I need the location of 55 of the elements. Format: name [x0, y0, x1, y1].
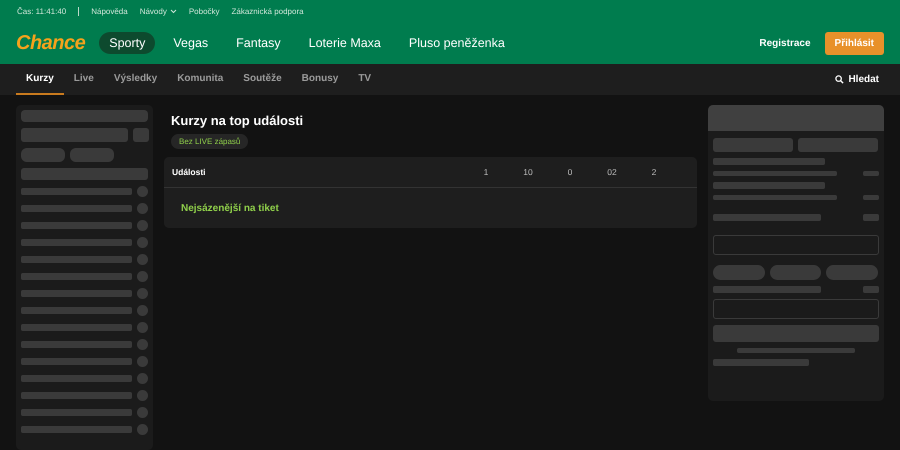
- placeholder-bar: [863, 214, 879, 221]
- column-header: 1: [482, 167, 490, 177]
- nav-tab[interactable]: Pluso peněženka: [398, 32, 515, 54]
- top-link[interactable]: Pobočky: [188, 6, 220, 16]
- column-header: 2: [650, 167, 658, 177]
- placeholder-bar: [863, 171, 879, 176]
- placeholder-bar: [770, 265, 821, 280]
- column-header: 0: [566, 167, 574, 177]
- placeholder-bar: [137, 254, 148, 265]
- placeholder-bar: [137, 203, 148, 214]
- sub-tab[interactable]: Výsledky: [104, 64, 168, 95]
- placeholder-bar: [137, 271, 148, 282]
- placeholder-bar: [137, 407, 148, 418]
- chevron-down-icon: [170, 8, 177, 14]
- placeholder-bar: [137, 373, 148, 384]
- register-link[interactable]: Registrace: [759, 38, 811, 48]
- clock-text: Čas: 11:41:40: [17, 6, 66, 16]
- column-header: Události: [172, 167, 207, 177]
- column-header: 02: [606, 167, 618, 177]
- filter-chip[interactable]: Bez LIVE zápasů: [171, 134, 248, 149]
- sub-tab[interactable]: Komunita: [167, 64, 234, 95]
- placeholder-bar: [137, 288, 148, 299]
- placeholder-bar: [713, 265, 765, 280]
- placeholder-bar: [137, 339, 148, 350]
- column-header: 10: [522, 167, 534, 177]
- top-link[interactable]: Nápověda: [91, 6, 128, 16]
- top-link[interactable]: Návody: [140, 6, 177, 16]
- placeholder-bar: [70, 148, 114, 162]
- placeholder-bar: [863, 286, 879, 293]
- placeholder-bar: [137, 237, 148, 248]
- search-icon: [835, 75, 844, 84]
- sub-tab[interactable]: Live: [64, 64, 104, 95]
- placeholder-bar: [137, 424, 148, 435]
- top-link[interactable]: Zákaznická podpora: [232, 6, 304, 16]
- placeholder-bar: [863, 195, 879, 200]
- sub-tab[interactable]: TV: [348, 64, 382, 95]
- nav-tab[interactable]: Loterie Maxa: [298, 32, 391, 54]
- search-link[interactable]: Hledat: [835, 64, 884, 95]
- placeholder-bar: [21, 148, 65, 162]
- nav-tab[interactable]: Vegas: [163, 32, 218, 54]
- placeholder-bar: [826, 265, 878, 280]
- placeholder-bar: [137, 390, 148, 401]
- placeholder-bar: [137, 186, 148, 197]
- placeholder-bar: [137, 356, 148, 367]
- sub-tab[interactable]: Soutěže: [233, 64, 292, 95]
- placeholder-bar: [137, 305, 148, 316]
- sub-tab[interactable]: Kurzy: [16, 64, 64, 95]
- placeholder-bar: [137, 322, 148, 333]
- sub-tab[interactable]: Bonusy: [292, 64, 348, 95]
- placeholder-bar: [133, 128, 149, 142]
- placeholder-bar: [137, 220, 148, 231]
- nav-tab[interactable]: Sporty: [99, 32, 156, 54]
- section-heading: Nejsázenější na tiket: [180, 202, 280, 216]
- nav-tab[interactable]: Fantasy: [226, 32, 291, 54]
- page-title: Kurzy na top události: [171, 113, 304, 128]
